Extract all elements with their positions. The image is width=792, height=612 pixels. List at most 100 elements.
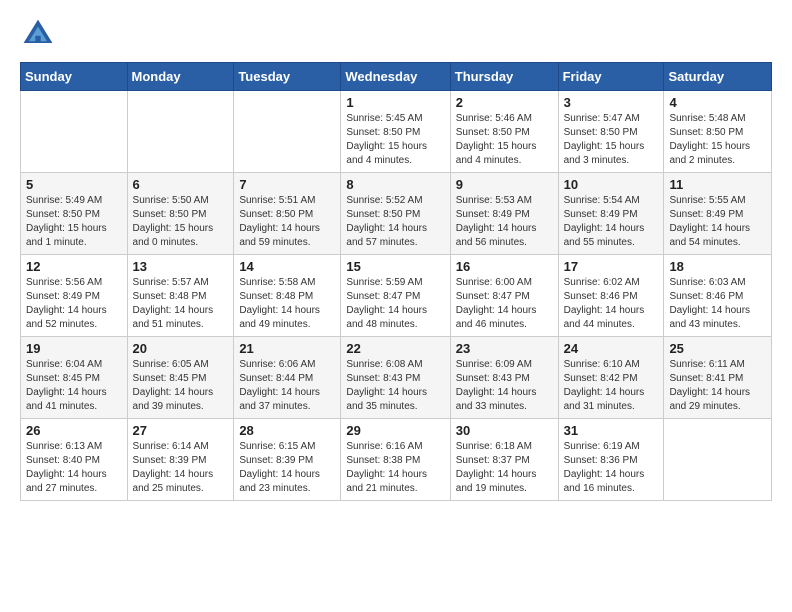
day-info: Sunrise: 5:46 AM Sunset: 8:50 PM Dayligh… [456,112,553,168]
day-number: 7 [239,177,335,192]
calendar-cell: 28 Sunrise: 6:15 AM Sunset: 8:39 PM Dayli… [234,419,341,501]
logo [20,16,62,52]
day-info: Sunrise: 6:00 AM Sunset: 8:47 PM Dayligh… [456,276,553,332]
week-row-5: 26 Sunrise: 6:13 AM Sunset: 8:40 PM Dayli… [21,419,772,501]
day-header-thursday: Thursday [450,63,558,91]
calendar-cell [21,91,128,173]
day-number: 23 [456,341,553,356]
calendar-cell: 22 Sunrise: 6:08 AM Sunset: 8:43 PM Dayli… [341,337,450,419]
day-info: Sunrise: 6:10 AM Sunset: 8:42 PM Dayligh… [564,358,659,414]
day-number: 28 [239,423,335,438]
week-row-3: 12 Sunrise: 5:56 AM Sunset: 8:49 PM Dayli… [21,255,772,337]
week-row-4: 19Sunrise: 6:04 AM Sunset: 8:45 PM Dayli… [21,337,772,419]
day-number: 9 [456,177,553,192]
day-info: Sunrise: 6:09 AM Sunset: 8:43 PM Dayligh… [456,358,553,414]
calendar-table: SundayMondayTuesdayWednesdayThursdayFrid… [20,62,772,501]
day-number: 1 [346,95,444,110]
day-number: 16 [456,259,553,274]
day-number: 20 [133,341,229,356]
day-number: 27 [133,423,229,438]
day-info: Sunrise: 5:59 AM Sunset: 8:47 PM Dayligh… [346,276,444,332]
calendar-cell: 11Sunrise: 5:55 AM Sunset: 8:49 PM Dayli… [664,173,772,255]
day-info: Sunrise: 5:57 AM Sunset: 8:48 PM Dayligh… [133,276,229,332]
calendar-cell: 15 Sunrise: 5:59 AM Sunset: 8:47 PM Dayli… [341,255,450,337]
day-number: 6 [133,177,229,192]
day-info: Sunrise: 5:58 AM Sunset: 8:48 PM Dayligh… [239,276,335,332]
day-number: 22 [346,341,444,356]
calendar-cell: 9 Sunrise: 5:53 AM Sunset: 8:49 PM Daylig… [450,173,558,255]
calendar-cell: 16 Sunrise: 6:00 AM Sunset: 8:47 PM Dayli… [450,255,558,337]
day-info: Sunrise: 6:04 AM Sunset: 8:45 PM Dayligh… [26,358,122,414]
calendar-cell [127,91,234,173]
day-number: 5 [26,177,122,192]
day-number: 4 [669,95,766,110]
calendar-cell: 8Sunrise: 5:52 AM Sunset: 8:50 PM Daylig… [341,173,450,255]
calendar-cell: 13 Sunrise: 5:57 AM Sunset: 8:48 PM Dayli… [127,255,234,337]
day-number: 17 [564,259,659,274]
week-row-2: 5 Sunrise: 5:49 AM Sunset: 8:50 PM Daylig… [21,173,772,255]
day-header-sunday: Sunday [21,63,128,91]
calendar-cell: 31 Sunrise: 6:19 AM Sunset: 8:36 PM Dayli… [558,419,664,501]
day-info: Sunrise: 5:47 AM Sunset: 8:50 PM Dayligh… [564,112,659,168]
day-header-tuesday: Tuesday [234,63,341,91]
day-number: 15 [346,259,444,274]
day-info: Sunrise: 6:06 AM Sunset: 8:44 PM Dayligh… [239,358,335,414]
calendar-cell [664,419,772,501]
calendar-cell [234,91,341,173]
calendar-cell: 10Sunrise: 5:54 AM Sunset: 8:49 PM Dayli… [558,173,664,255]
day-number: 18 [669,259,766,274]
calendar-cell: 21Sunrise: 6:06 AM Sunset: 8:44 PM Dayli… [234,337,341,419]
day-number: 29 [346,423,444,438]
day-info: Sunrise: 6:18 AM Sunset: 8:37 PM Dayligh… [456,440,553,496]
day-info: Sunrise: 6:03 AM Sunset: 8:46 PM Dayligh… [669,276,766,332]
calendar-cell: 25Sunrise: 6:11 AM Sunset: 8:41 PM Dayli… [664,337,772,419]
day-number: 14 [239,259,335,274]
day-info: Sunrise: 6:19 AM Sunset: 8:36 PM Dayligh… [564,440,659,496]
day-info: Sunrise: 5:56 AM Sunset: 8:49 PM Dayligh… [26,276,122,332]
day-number: 12 [26,259,122,274]
calendar-cell: 14 Sunrise: 5:58 AM Sunset: 8:48 PM Dayli… [234,255,341,337]
day-number: 30 [456,423,553,438]
day-number: 3 [564,95,659,110]
calendar-cell: 26 Sunrise: 6:13 AM Sunset: 8:40 PM Dayli… [21,419,128,501]
calendar-body: 1 Sunrise: 5:45 AM Sunset: 8:50 PM Daylig… [21,91,772,501]
day-info: Sunrise: 5:48 AM Sunset: 8:50 PM Dayligh… [669,112,766,168]
calendar-cell: 27Sunrise: 6:14 AM Sunset: 8:39 PM Dayli… [127,419,234,501]
calendar-cell: 30 Sunrise: 6:18 AM Sunset: 8:37 PM Dayli… [450,419,558,501]
day-info: Sunrise: 6:08 AM Sunset: 8:43 PM Dayligh… [346,358,444,414]
day-header-saturday: Saturday [664,63,772,91]
calendar-cell: 20 Sunrise: 6:05 AM Sunset: 8:45 PM Dayli… [127,337,234,419]
day-info: Sunrise: 5:51 AM Sunset: 8:50 PM Dayligh… [239,194,335,250]
day-number: 25 [669,341,766,356]
calendar-cell: 24 Sunrise: 6:10 AM Sunset: 8:42 PM Dayli… [558,337,664,419]
day-header-wednesday: Wednesday [341,63,450,91]
day-number: 8 [346,177,444,192]
calendar-cell: 18 Sunrise: 6:03 AM Sunset: 8:46 PM Dayli… [664,255,772,337]
day-number: 26 [26,423,122,438]
day-number: 10 [564,177,659,192]
day-info: Sunrise: 5:49 AM Sunset: 8:50 PM Dayligh… [26,194,122,250]
calendar-cell: 3 Sunrise: 5:47 AM Sunset: 8:50 PM Daylig… [558,91,664,173]
day-info: Sunrise: 5:55 AM Sunset: 8:49 PM Dayligh… [669,194,766,250]
day-info: Sunrise: 6:13 AM Sunset: 8:40 PM Dayligh… [26,440,122,496]
calendar-cell: 1 Sunrise: 5:45 AM Sunset: 8:50 PM Daylig… [341,91,450,173]
day-info: Sunrise: 6:05 AM Sunset: 8:45 PM Dayligh… [133,358,229,414]
calendar-cell: 12 Sunrise: 5:56 AM Sunset: 8:49 PM Dayli… [21,255,128,337]
day-header-monday: Monday [127,63,234,91]
logo-icon [20,16,56,52]
day-header-friday: Friday [558,63,664,91]
day-number: 31 [564,423,659,438]
day-info: Sunrise: 6:02 AM Sunset: 8:46 PM Dayligh… [564,276,659,332]
days-header-row: SundayMondayTuesdayWednesdayThursdayFrid… [21,63,772,91]
calendar-cell: 29Sunrise: 6:16 AM Sunset: 8:38 PM Dayli… [341,419,450,501]
day-number: 13 [133,259,229,274]
day-info: Sunrise: 6:15 AM Sunset: 8:39 PM Dayligh… [239,440,335,496]
calendar-header: SundayMondayTuesdayWednesdayThursdayFrid… [21,63,772,91]
page: SundayMondayTuesdayWednesdayThursdayFrid… [0,0,792,511]
day-number: 24 [564,341,659,356]
day-info: Sunrise: 5:53 AM Sunset: 8:49 PM Dayligh… [456,194,553,250]
day-number: 2 [456,95,553,110]
calendar-cell: 4 Sunrise: 5:48 AM Sunset: 8:50 PM Daylig… [664,91,772,173]
calendar-cell: 19Sunrise: 6:04 AM Sunset: 8:45 PM Dayli… [21,337,128,419]
day-info: Sunrise: 5:45 AM Sunset: 8:50 PM Dayligh… [346,112,444,168]
